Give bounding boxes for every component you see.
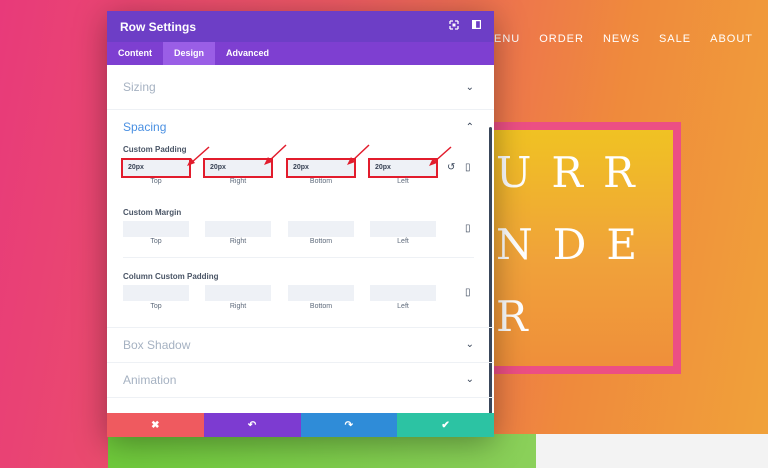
divider [107, 109, 494, 110]
section-animation[interactable]: Animation [123, 373, 176, 387]
divider [123, 257, 474, 258]
modal-footer: ✖ ↶ ↷ ✔ [107, 413, 494, 437]
modal-title: Row Settings [120, 20, 197, 34]
divider [107, 327, 494, 328]
mobile-icon[interactable]: ▯ [465, 162, 471, 173]
chevron-down-icon[interactable]: ⌄ [466, 339, 474, 350]
padding-right-value: 20px [210, 164, 226, 171]
section-sizing[interactable]: Sizing [123, 80, 156, 94]
margin-right-field[interactable] [205, 221, 271, 237]
row-settings-modal: Row Settings Content Design Advanced Siz… [107, 11, 494, 437]
margin-left-field[interactable] [370, 221, 436, 237]
column-padding-bottom-field[interactable] [288, 285, 354, 301]
caption-top: Top [150, 303, 162, 310]
chevron-down-icon[interactable]: ⌄ [466, 374, 474, 385]
cancel-button[interactable]: ✖ [107, 413, 204, 437]
expand-icon[interactable] [449, 20, 459, 33]
divider [107, 397, 494, 398]
tab-content[interactable]: Content [107, 42, 163, 65]
caption-left: Left [397, 178, 409, 185]
padding-top-field[interactable]: 20px [121, 158, 191, 178]
green-section [108, 434, 538, 468]
caption-top: Top [150, 238, 162, 245]
caption-right: Right [229, 303, 247, 310]
hero-line-2: NDE [496, 220, 658, 269]
site-nav: ENU ORDER NEWS SALE ABOUT [494, 33, 753, 45]
caption-bottom: Bottom [309, 178, 333, 185]
sidebar-toggle-icon[interactable] [472, 20, 482, 32]
save-button[interactable]: ✔ [397, 413, 494, 437]
tab-design[interactable]: Design [163, 42, 216, 65]
divider [107, 362, 494, 363]
caption-bottom: Bottom [309, 303, 333, 310]
modal-body: Sizing ⌄ Spacing ⌃ Custom Padding 20px 2… [107, 65, 494, 427]
caption-left: Left [397, 303, 409, 310]
chevron-down-icon[interactable]: ⌄ [466, 82, 474, 93]
undo-button[interactable]: ↶ [203, 413, 301, 437]
caption-bottom: Bottom [309, 238, 333, 245]
tab-advanced[interactable]: Advanced [215, 42, 280, 65]
hero-line-1: URR [496, 148, 655, 197]
annotation-arrow [429, 146, 452, 166]
hero-line-3: R [496, 292, 548, 341]
section-spacing[interactable]: Spacing [123, 120, 166, 134]
margin-top-field[interactable] [123, 221, 189, 237]
nav-order[interactable]: ORDER [539, 33, 584, 45]
nav-news[interactable]: NEWS [603, 33, 640, 45]
margin-bottom-field[interactable] [288, 221, 354, 237]
annotation-arrow [187, 146, 210, 166]
custom-margin-label: Custom Margin [123, 208, 182, 217]
padding-left-value: 20px [375, 164, 391, 171]
annotation-arrow [264, 144, 287, 165]
chevron-up-icon[interactable]: ⌃ [466, 122, 474, 133]
column-padding-left-field[interactable] [370, 285, 436, 301]
caption-right: Right [229, 238, 247, 245]
modal-header: Row Settings [107, 11, 494, 42]
redo-button[interactable]: ↷ [300, 413, 398, 437]
gray-section [536, 434, 768, 468]
caption-left: Left [397, 238, 409, 245]
padding-top-value: 20px [128, 164, 144, 171]
padding-bottom-value: 20px [293, 164, 309, 171]
column-padding-right-field[interactable] [205, 285, 271, 301]
scrollbar[interactable] [489, 127, 492, 427]
section-box-shadow[interactable]: Box Shadow [123, 338, 190, 352]
annotation-arrow [347, 144, 370, 165]
nav-sale[interactable]: SALE [659, 33, 691, 45]
caption-top: Top [150, 178, 162, 185]
mobile-icon[interactable]: ▯ [465, 223, 471, 234]
column-padding-top-field[interactable] [123, 285, 189, 301]
modal-tabs: Content Design Advanced [107, 42, 494, 65]
custom-padding-label: Custom Padding [123, 145, 187, 154]
mobile-icon[interactable]: ▯ [465, 287, 471, 298]
nav-menu[interactable]: ENU [494, 33, 520, 45]
nav-about[interactable]: ABOUT [710, 33, 753, 45]
caption-right: Right [229, 178, 247, 185]
column-custom-padding-label: Column Custom Padding [123, 272, 219, 281]
